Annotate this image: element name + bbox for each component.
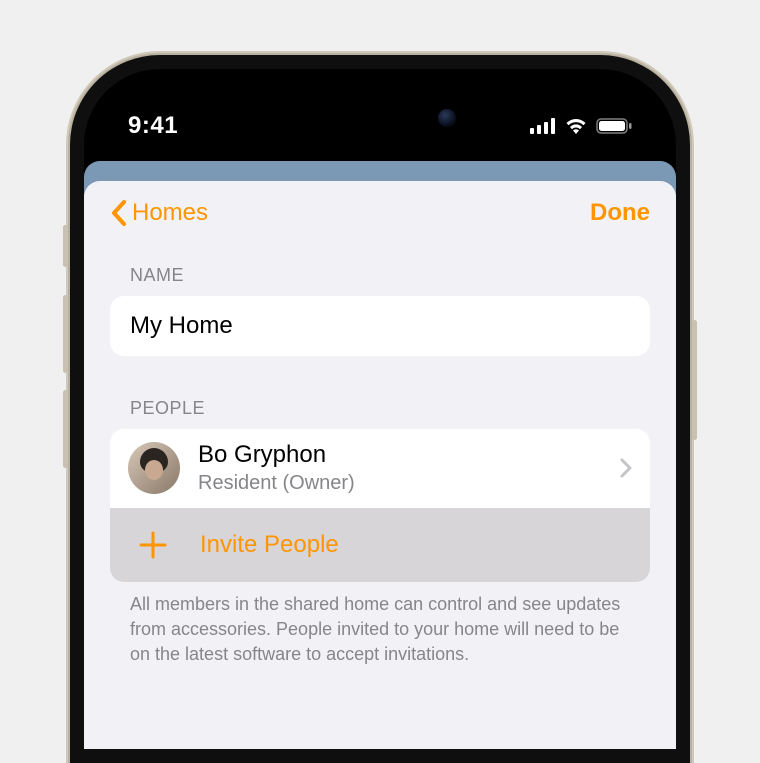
- settings-sheet: Homes Done NAME My Home PEOPLE Bo Grypho…: [84, 181, 676, 749]
- battery-icon: [596, 118, 632, 134]
- back-button[interactable]: Homes: [110, 199, 208, 227]
- back-label: Homes: [132, 199, 208, 227]
- chevron-right-icon: [620, 458, 632, 478]
- person-info: Bo Gryphon Resident (Owner): [198, 441, 602, 496]
- side-button: [63, 295, 68, 373]
- invite-people-button[interactable]: Invite People: [110, 508, 650, 582]
- person-role: Resident (Owner): [198, 470, 602, 496]
- screen: 9:41: [84, 69, 676, 749]
- invite-label: Invite People: [200, 531, 339, 559]
- status-icons: [530, 117, 632, 135]
- done-button[interactable]: Done: [590, 199, 650, 227]
- people-cell-group: Bo Gryphon Resident (Owner): [110, 429, 650, 582]
- phone-frame: 9:41: [70, 55, 690, 763]
- wifi-icon: [564, 117, 588, 135]
- dynamic-island: [290, 93, 470, 143]
- side-button: [63, 390, 68, 468]
- people-footer-text: All members in the shared home can contr…: [110, 582, 650, 668]
- content: NAME My Home PEOPLE Bo Gryphon Resident …: [84, 241, 676, 667]
- person-row[interactable]: Bo Gryphon Resident (Owner): [110, 429, 650, 508]
- nav-bar: Homes Done: [84, 181, 676, 241]
- status-time: 9:41: [128, 112, 178, 140]
- people-section-header: PEOPLE: [110, 384, 650, 429]
- name-section-header: NAME: [110, 251, 650, 296]
- side-button: [63, 225, 68, 267]
- cellular-icon: [530, 118, 556, 134]
- chevron-left-icon: [110, 199, 128, 227]
- avatar: [128, 442, 180, 494]
- home-name-field[interactable]: My Home: [110, 296, 650, 356]
- person-name: Bo Gryphon: [198, 441, 602, 470]
- side-button: [692, 320, 697, 440]
- plus-icon: [136, 528, 170, 562]
- camera-icon: [438, 109, 456, 127]
- name-cell-group: My Home: [110, 296, 650, 356]
